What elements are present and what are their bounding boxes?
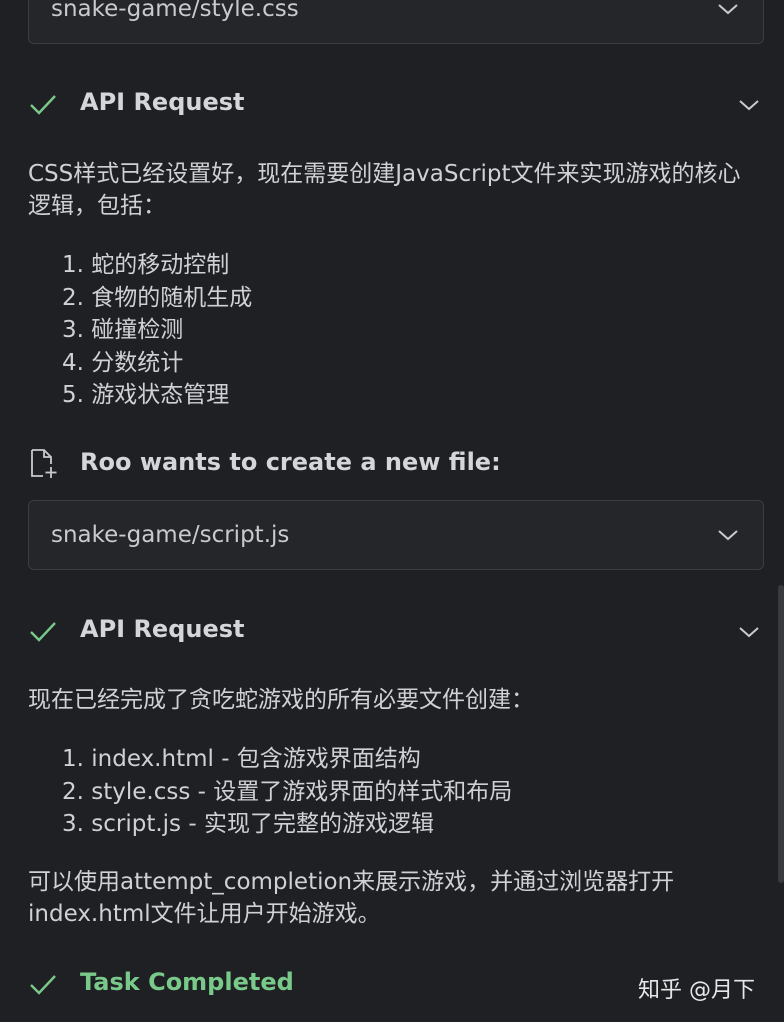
scrollbar[interactable] xyxy=(778,585,784,883)
task-completed-title: Task Completed xyxy=(80,968,294,996)
api-request-title: API Request xyxy=(80,88,245,116)
list-item: 1. index.html - 包含游戏界面结构 xyxy=(62,746,421,772)
list-item: 3. script.js - 实现了完整的游戏逻辑 xyxy=(62,811,434,837)
file-box-style-css[interactable]: snake-game/style.css xyxy=(28,0,764,44)
api-request-title: API Request xyxy=(80,615,245,643)
file-box-script-js[interactable]: snake-game/script.js xyxy=(28,500,764,570)
list-item: 2. style.css - 设置了游戏界面的样式和布局 xyxy=(62,778,513,805)
watermark: 知乎 @月下 xyxy=(638,978,755,1003)
api-request-header-1[interactable]: API Request xyxy=(28,84,764,124)
chevron-down-icon[interactable] xyxy=(738,625,760,639)
list-item: 4. 分数统计 xyxy=(62,349,184,376)
api-request-header-2[interactable]: API Request xyxy=(28,611,764,651)
check-icon xyxy=(30,975,56,995)
api-request-2-intro: 现在已经完成了贪吃蛇游戏的所有必要文件创建： xyxy=(28,687,534,713)
list-item: 3. 碰撞检测 xyxy=(62,317,184,343)
file-path: snake-game/style.css xyxy=(51,0,299,22)
check-icon xyxy=(30,622,56,642)
api-request-2-outro: 可以使用attempt_completion来展示游戏，并通过浏览器打开inde… xyxy=(28,869,675,927)
api-request-2-list: 1. index.html - 包含游戏界面结构 2. style.css - … xyxy=(62,743,512,841)
list-item: 5. 游戏状态管理 xyxy=(62,382,230,408)
check-icon xyxy=(30,95,56,115)
list-item: 1. 蛇的移动控制 xyxy=(62,252,230,278)
create-file-title: Roo wants to create a new file: xyxy=(80,448,501,476)
list-item: 2. 食物的随机生成 xyxy=(62,284,253,311)
chevron-down-icon[interactable] xyxy=(717,528,739,542)
chevron-down-icon[interactable] xyxy=(738,98,760,112)
new-file-icon xyxy=(31,449,57,478)
chevron-down-icon[interactable] xyxy=(717,2,739,16)
file-path: snake-game/script.js xyxy=(51,522,290,548)
api-request-1-list: 1. 蛇的移动控制 2. 食物的随机生成 3. 碰撞检测 4. 分数统计 5. … xyxy=(62,249,252,412)
create-file-header: Roo wants to create a new file: xyxy=(28,444,764,484)
api-request-1-intro: CSS样式已经设置好，现在需要创建JavaScript文件来实现游戏的核心逻辑，… xyxy=(28,161,741,219)
